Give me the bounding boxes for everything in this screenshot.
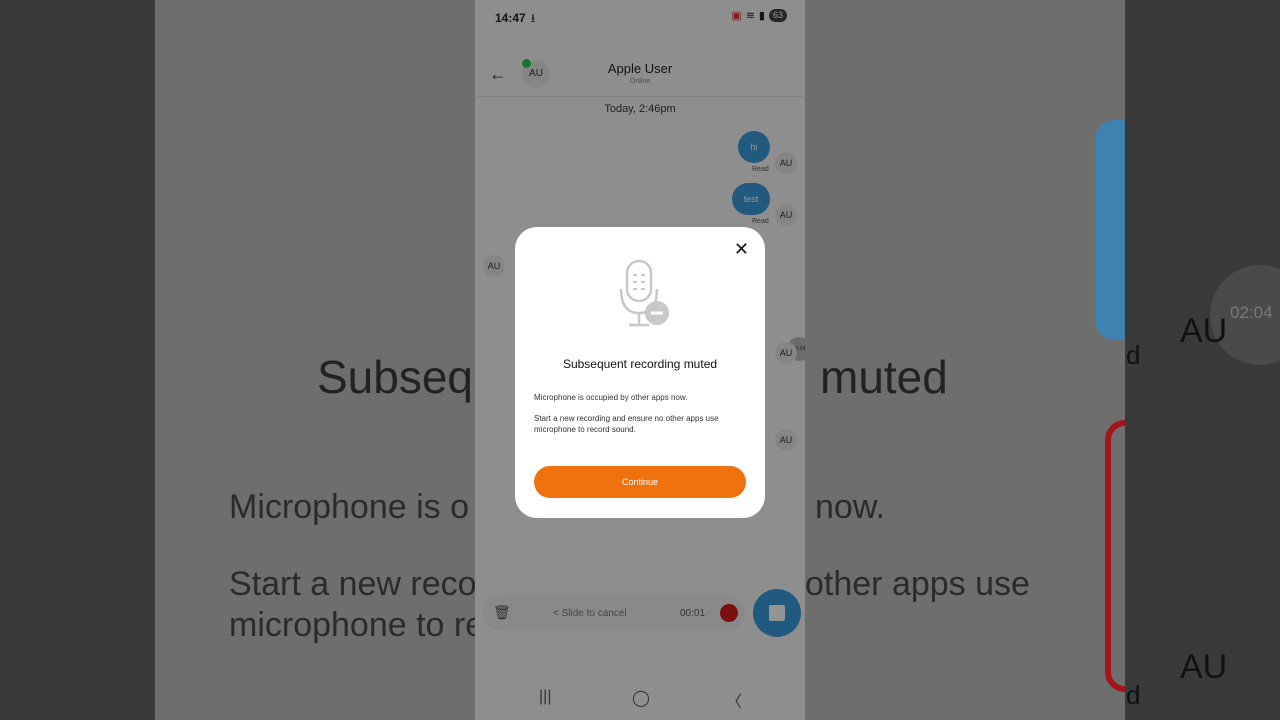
dialog-message-2: Start a new recording and ensure no othe… bbox=[534, 414, 719, 434]
backdrop-line1-left: Microphone is o bbox=[229, 488, 470, 526]
backdrop-bubble-blue bbox=[1095, 120, 1125, 340]
backdrop-title-left: Subseq bbox=[317, 351, 474, 403]
backdrop-avatar: AU bbox=[1180, 312, 1228, 350]
backdrop-line3-left: microphone to re bbox=[229, 606, 475, 644]
muted-dialog: ✕ Subsequent recording muted Microphone … bbox=[515, 227, 765, 518]
backdrop-left: AU Subseq Microphone is o Start a new re… bbox=[155, 0, 475, 720]
dialog-title: Subsequent recording muted bbox=[562, 357, 718, 371]
backdrop-receipt-bottom: d bbox=[1126, 680, 1141, 710]
backdrop-title-right: muted bbox=[820, 351, 948, 403]
backdrop-line2-left: Start a new reco bbox=[229, 565, 475, 603]
backdrop-right-edge: 02:04 AU d AU d bbox=[1125, 0, 1280, 720]
backdrop-avatar-bottom: AU bbox=[1180, 648, 1228, 686]
backdrop-left-edge bbox=[0, 0, 155, 720]
backdrop-line2-right: other apps use bbox=[805, 565, 1030, 603]
microphone-muted-icon bbox=[615, 259, 675, 331]
continue-button[interactable]: Continue bbox=[534, 466, 746, 498]
dialog-message-1: Microphone is occupied by other apps now… bbox=[534, 393, 688, 402]
close-icon[interactable]: ✕ bbox=[734, 239, 749, 260]
backdrop-bubble-red bbox=[1105, 420, 1125, 692]
backdrop-line1-right: now. bbox=[815, 488, 885, 526]
backdrop-receipt: d bbox=[1126, 340, 1141, 370]
backdrop-audio-time: 02:04 bbox=[1230, 303, 1273, 322]
backdrop-right: muted now. other apps use bbox=[805, 0, 1125, 720]
